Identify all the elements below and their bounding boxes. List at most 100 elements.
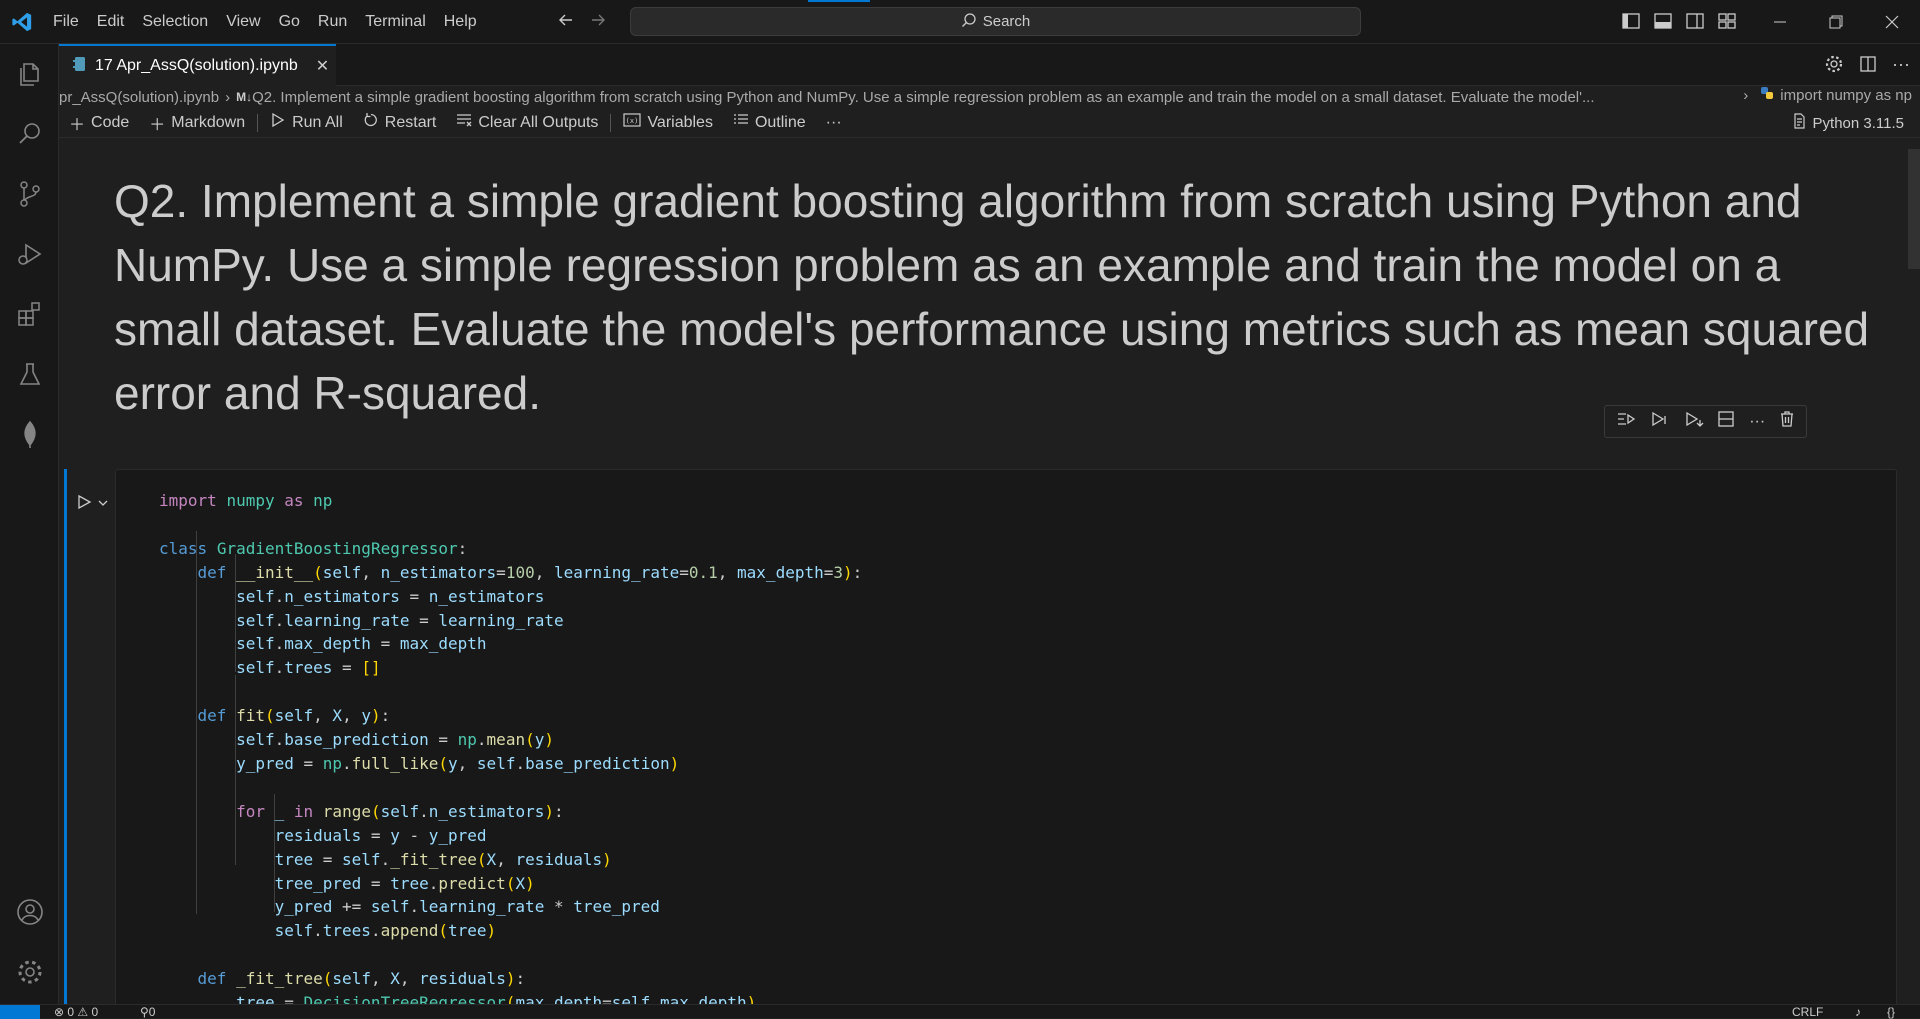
scrollbar-thumb[interactable] (1908, 149, 1920, 269)
close-window-icon[interactable] (1864, 0, 1920, 44)
breadcrumb: pr_AssQ(solution).ipynb › M↓ Q2. Impleme… (59, 86, 1920, 108)
execute-above-icon[interactable] (1616, 410, 1636, 433)
kernel-label: Python 3.11.5 (1812, 114, 1904, 132)
execute-cell-and-below-icon[interactable] (1650, 410, 1670, 433)
search-icon[interactable] (0, 110, 59, 158)
menu-selection[interactable]: Selection (133, 0, 217, 44)
run-debug-icon[interactable] (0, 230, 59, 278)
add-code-cell-button[interactable]: ＋ Code (59, 111, 139, 135)
notebook-file-icon (73, 56, 87, 77)
split-cell-icon[interactable] (1717, 410, 1735, 433)
add-markdown-label: Markdown (171, 113, 246, 131)
close-tab-icon[interactable]: ✕ (316, 56, 329, 76)
error-icon[interactable]: ⊗ 0 ⚠ 0 (54, 1005, 98, 1019)
command-center-search[interactable]: Search (630, 7, 1361, 36)
toggle-secondary-sidebar-icon[interactable] (1684, 10, 1706, 37)
tab-notebook[interactable]: 17 Apr_AssQ(solution).ipynb ✕ (59, 44, 336, 86)
restart-icon (363, 112, 379, 133)
add-code-label: Code (91, 113, 130, 131)
run-all-button[interactable]: Run All (260, 112, 353, 133)
warning-count: 0 (91, 1005, 99, 1019)
breadcrumb-section[interactable]: Q2. Implement a simple gradient boosting… (252, 89, 1594, 106)
explorer-icon[interactable] (0, 50, 59, 98)
breadcrumb-cell[interactable]: import numpy as np (1780, 87, 1912, 104)
layout-controls (1620, 10, 1738, 37)
add-markdown-cell-button[interactable]: ＋ Markdown (139, 111, 255, 135)
restart-button[interactable]: Restart (353, 112, 447, 133)
run-cell-controls (75, 493, 109, 516)
breadcrumb-file[interactable]: pr_AssQ(solution).ipynb (59, 89, 219, 106)
menu-file[interactable]: File (44, 0, 88, 44)
ports-icon[interactable]: ⚲0 (140, 1005, 155, 1019)
plus-icon: ＋ (69, 116, 86, 134)
execute-below-icon[interactable] (1684, 410, 1704, 433)
nav-arrows (556, 10, 608, 35)
window-controls (1752, 0, 1920, 44)
tab-bar: 17 Apr_AssQ(solution).ipynb ✕ ··· (59, 44, 1920, 86)
chevron-down-icon[interactable] (97, 496, 109, 514)
vscode-logo-icon (0, 0, 44, 44)
remote-indicator-icon[interactable] (0, 1005, 40, 1019)
source-control-icon[interactable] (0, 170, 59, 218)
variables-icon: (x) (623, 112, 642, 133)
extensions-icon[interactable] (0, 290, 59, 338)
run-all-icon (270, 112, 286, 133)
chevron-right-icon: › (1743, 86, 1749, 104)
search-icon (961, 12, 977, 32)
notifications-icon[interactable]: ♪ (1855, 1005, 1861, 1019)
clear-outputs-label: Clear All Outputs (478, 113, 599, 131)
code-editor-content[interactable]: import numpy as np class GradientBoostin… (159, 489, 862, 1004)
cell-toolbar: ··· (1604, 405, 1807, 438)
minimize-icon[interactable] (1752, 0, 1808, 44)
run-all-label: Run All (292, 113, 343, 131)
kernel-icon (1791, 113, 1807, 133)
breadcrumb-tail: › import numpy as np (1733, 86, 1912, 104)
kernel-picker[interactable]: Python 3.11.5 (1791, 108, 1904, 138)
plus-icon: ＋ (149, 116, 166, 134)
toggle-panel-icon[interactable] (1652, 10, 1674, 37)
cell-focus-indicator (64, 469, 67, 1004)
customize-layout-icon[interactable] (1716, 10, 1738, 37)
menu-run[interactable]: Run (309, 0, 356, 44)
menu-view[interactable]: View (217, 0, 269, 44)
toolbar-more-button[interactable]: ··· (816, 114, 852, 132)
outline-button[interactable]: Outline (723, 112, 816, 133)
ports-count: 0 (148, 1005, 156, 1019)
notebook-toolbar: ＋ Code ＋ Markdown Run All Restart Clear Al… (59, 108, 1920, 138)
menu-help[interactable]: Help (435, 0, 486, 44)
forward-arrow-icon[interactable] (588, 10, 608, 35)
menu-terminal[interactable]: Terminal (356, 0, 434, 44)
restart-label: Restart (384, 113, 437, 131)
testing-icon[interactable] (0, 350, 59, 398)
notebook-settings-icon[interactable] (1824, 54, 1844, 79)
cell-more-icon[interactable]: ··· (1749, 413, 1765, 431)
error-count: 0 (67, 1005, 75, 1019)
clear-outputs-icon (456, 112, 472, 133)
restore-icon[interactable] (1808, 0, 1864, 44)
variables-button[interactable]: (x) Variables (613, 112, 723, 133)
settings-gear-icon[interactable] (0, 948, 59, 996)
markdown-badge: M↓ (236, 90, 253, 104)
account-icon[interactable] (0, 888, 59, 936)
toolbar-divider (257, 113, 259, 132)
editor-actions: ··· (1824, 54, 1910, 79)
svg-text:(x): (x) (626, 117, 639, 125)
title-bar: File Edit Selection View Go Run Terminal… (0, 0, 1920, 44)
menu-go[interactable]: Go (270, 0, 309, 44)
mongodb-icon[interactable] (0, 410, 59, 458)
notebook-body: Q2. Implement a simple gradient boosting… (59, 149, 1920, 1004)
toolbar-divider (610, 113, 612, 132)
status-bar: ⊗ 0 ⚠ 0 ⚲0 CRLF ♪ {} (0, 1004, 1920, 1019)
split-editor-icon[interactable] (1858, 54, 1878, 79)
more-actions-icon[interactable]: ··· (1892, 54, 1910, 79)
search-label: Search (982, 13, 1031, 30)
markdown-cell-heading[interactable]: Q2. Implement a simple gradient boosting… (114, 169, 1874, 425)
eol-indicator[interactable]: CRLF (1792, 1005, 1823, 1019)
clear-all-outputs-button[interactable]: Clear All Outputs (446, 112, 608, 133)
braces-icon[interactable]: {} (1887, 1005, 1895, 1019)
delete-cell-icon[interactable] (1779, 410, 1795, 433)
run-cell-icon[interactable] (75, 493, 93, 516)
toggle-primary-sidebar-icon[interactable] (1620, 10, 1642, 37)
menu-edit[interactable]: Edit (88, 0, 134, 44)
back-arrow-icon[interactable] (556, 10, 576, 35)
